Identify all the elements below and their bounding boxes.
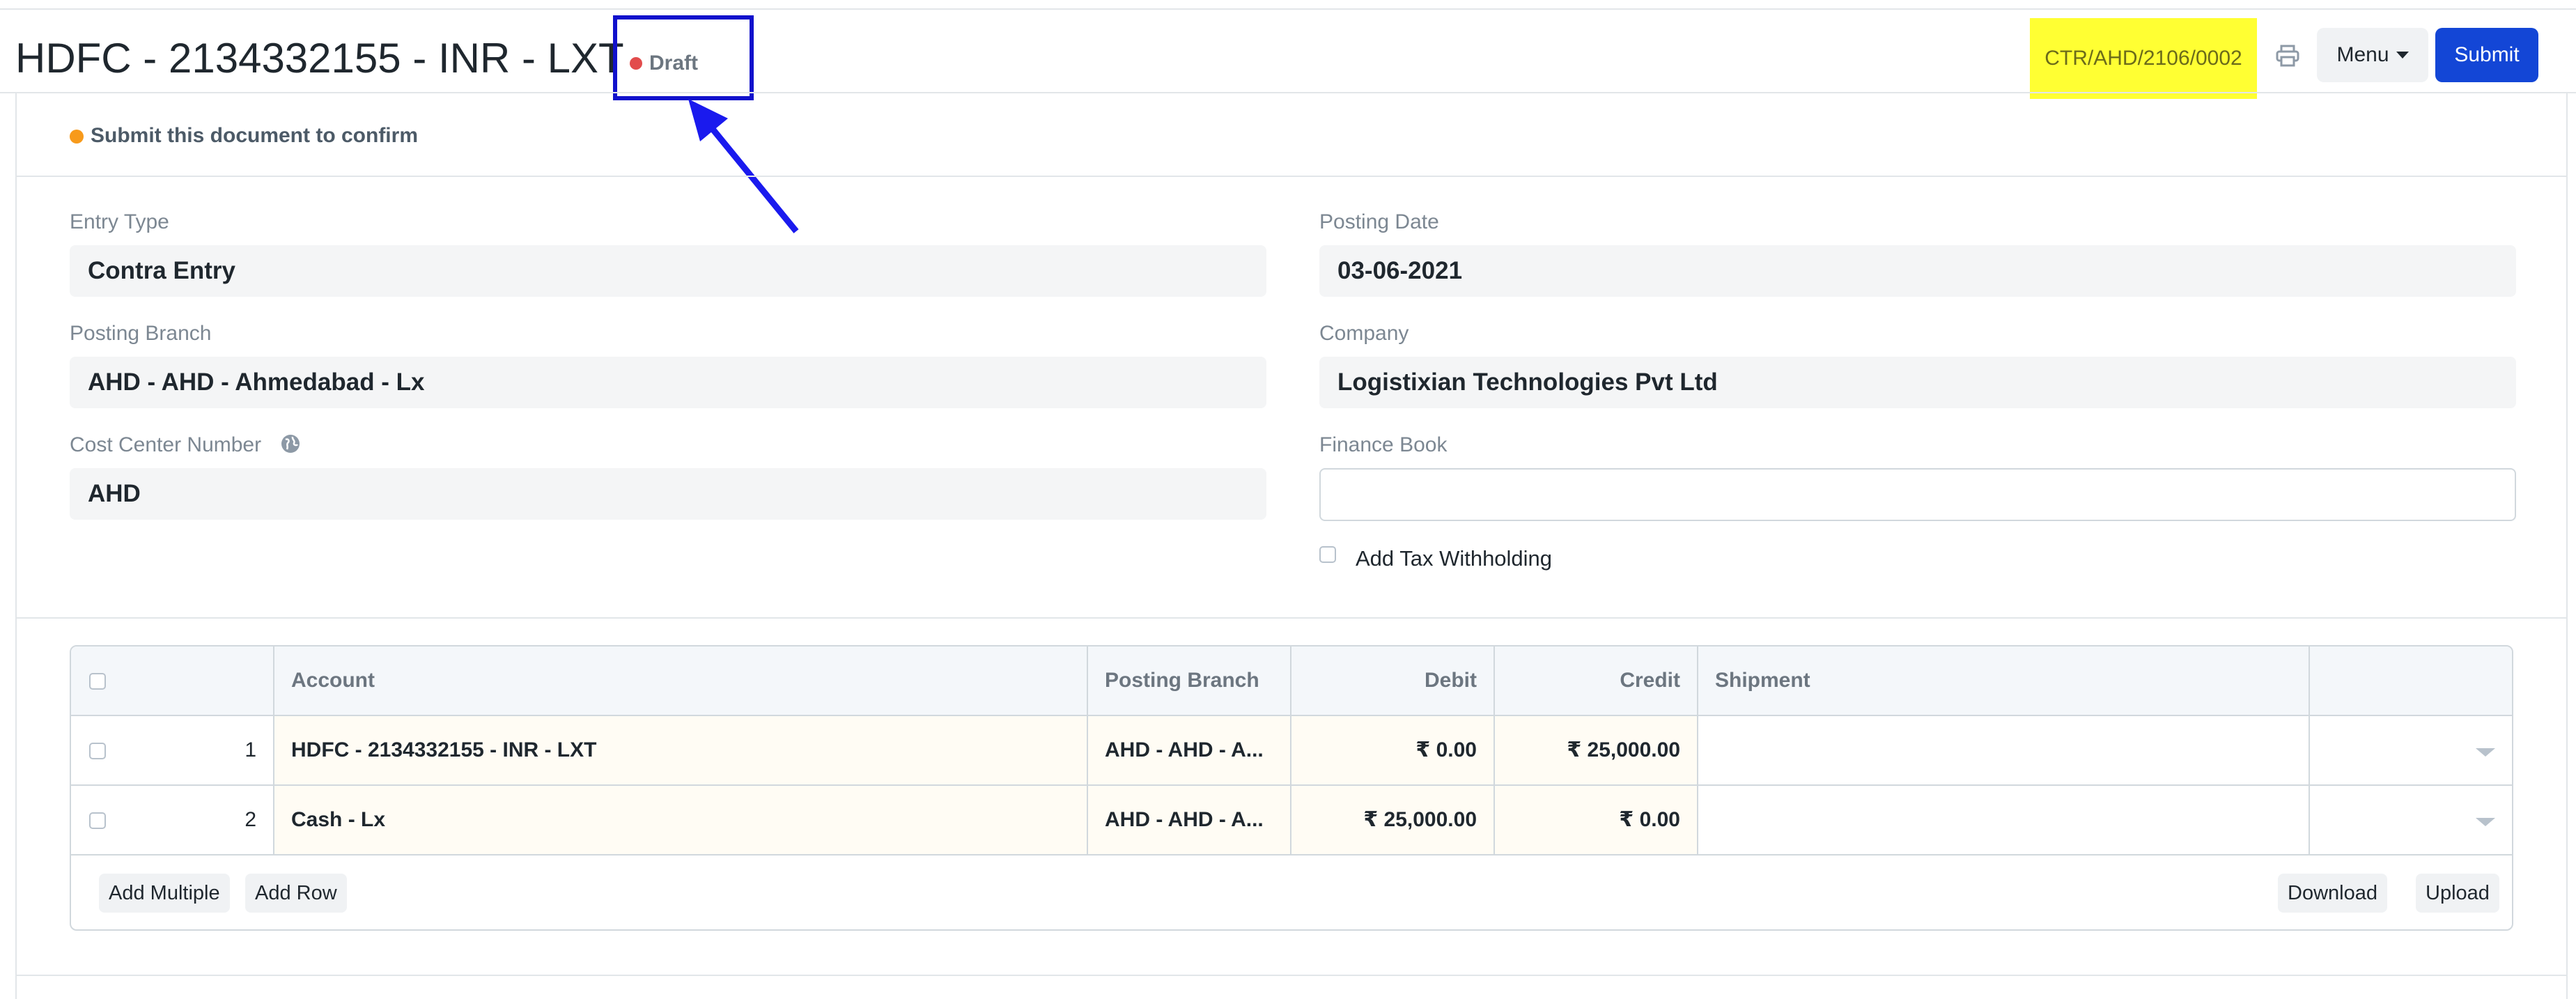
select-all-checkbox[interactable] (89, 673, 106, 690)
bottom-divider (17, 975, 2566, 976)
menu-button[interactable]: Menu (2317, 28, 2428, 82)
table-row[interactable]: 2 Cash - Lx AHD - AHD - A... ₹ 25,000.00… (71, 786, 2512, 855)
accounts-table: Account Posting Branch Debit Credit Ship… (70, 645, 2513, 931)
row-actions-cell (2310, 786, 2512, 854)
row-expand-icon[interactable] (2476, 818, 2495, 826)
company-field[interactable]: Logistixian Technologies Pvt Ltd (1319, 357, 2516, 408)
add-multiple-button[interactable]: Add Multiple (99, 874, 230, 913)
row-select-cell: 2 (71, 786, 274, 854)
column-header-account: Account (274, 646, 1088, 715)
form-card: Submit this document to confirm Entry Ty… (15, 93, 2568, 999)
status-annotation-box: Draft (613, 15, 754, 100)
header-checkbox-cell (71, 646, 274, 715)
posting-branch-label: Posting Branch (70, 322, 212, 345)
table-footer: Add Multiple Add Row Download Upload (71, 855, 2512, 929)
add-tax-withholding-checkbox[interactable] (1319, 546, 1336, 563)
menu-button-label: Menu (2336, 43, 2389, 66)
row-expand-icon[interactable] (2476, 748, 2495, 757)
document-name: CTR/AHD/2106/0002 (2044, 47, 2242, 70)
debit-cell[interactable]: ₹ 25,000.00 (1291, 786, 1495, 854)
column-header-debit: Debit (1291, 646, 1495, 715)
entry-type-label: Entry Type (70, 210, 169, 233)
alert-indicator-dot (70, 130, 84, 144)
table-row[interactable]: 1 HDFC - 2134332155 - INR - LXT AHD - AH… (71, 716, 2512, 786)
cost-center-label: Cost Center Number (70, 433, 262, 456)
debit-cell[interactable]: ₹ 0.00 (1291, 716, 1495, 784)
top-border (0, 0, 2576, 10)
posting-date-field[interactable]: 03-06-2021 (1319, 245, 2516, 297)
caret-down-icon (2396, 52, 2409, 59)
row-checkbox[interactable] (89, 743, 106, 759)
column-header-actions (2310, 646, 2512, 715)
alert-text: Submit this document to confirm (91, 124, 418, 147)
posting-branch-field[interactable]: AHD - AHD - Ahmedabad - Lx (70, 357, 1266, 408)
column-header-credit: Credit (1495, 646, 1698, 715)
row-index: 2 (245, 808, 256, 831)
entry-type-field[interactable]: Contra Entry (70, 245, 1266, 297)
section-divider (17, 617, 2566, 619)
finance-book-input[interactable] (1319, 468, 2516, 521)
credit-cell[interactable]: ₹ 0.00 (1495, 786, 1698, 854)
status-badge: Draft (649, 52, 699, 75)
column-header-posting-branch: Posting Branch (1088, 646, 1291, 715)
row-select-cell: 1 (71, 716, 274, 784)
row-actions-cell (2310, 716, 2512, 784)
posting-branch-cell[interactable]: AHD - AHD - A... (1088, 786, 1291, 854)
submit-button[interactable]: Submit (2435, 28, 2538, 82)
add-tax-withholding-label: Add Tax Withholding (1356, 546, 1553, 571)
finance-book-label: Finance Book (1319, 433, 1448, 456)
row-checkbox[interactable] (89, 812, 106, 829)
account-cell[interactable]: HDFC - 2134332155 - INR - LXT (274, 716, 1088, 784)
download-button[interactable]: Download (2278, 874, 2387, 913)
posting-branch-cell[interactable]: AHD - AHD - A... (1088, 716, 1291, 784)
document-name-highlight: CTR/AHD/2106/0002 (2030, 18, 2257, 99)
print-button[interactable] (2268, 36, 2307, 75)
upload-button[interactable]: Upload (2416, 874, 2499, 913)
submit-alert: Submit this document to confirm (17, 93, 2566, 177)
shipment-cell[interactable] (1698, 716, 2310, 784)
row-index: 1 (245, 738, 256, 761)
posting-date-label: Posting Date (1319, 210, 1439, 233)
draft-indicator-dot (630, 57, 642, 70)
table-header: Account Posting Branch Debit Credit Ship… (71, 646, 2512, 716)
credit-cell[interactable]: ₹ 25,000.00 (1495, 716, 1698, 784)
column-header-shipment: Shipment (1698, 646, 2310, 715)
cost-center-field[interactable]: AHD (70, 468, 1266, 520)
shipment-cell[interactable] (1698, 786, 2310, 854)
company-label: Company (1319, 322, 1409, 345)
page-title: HDFC - 2134332155 - INR - LXT (15, 35, 624, 82)
account-cell[interactable]: Cash - Lx (274, 786, 1088, 854)
globe-icon (281, 435, 300, 453)
add-row-button[interactable]: Add Row (245, 874, 347, 913)
printer-icon (2276, 45, 2299, 67)
